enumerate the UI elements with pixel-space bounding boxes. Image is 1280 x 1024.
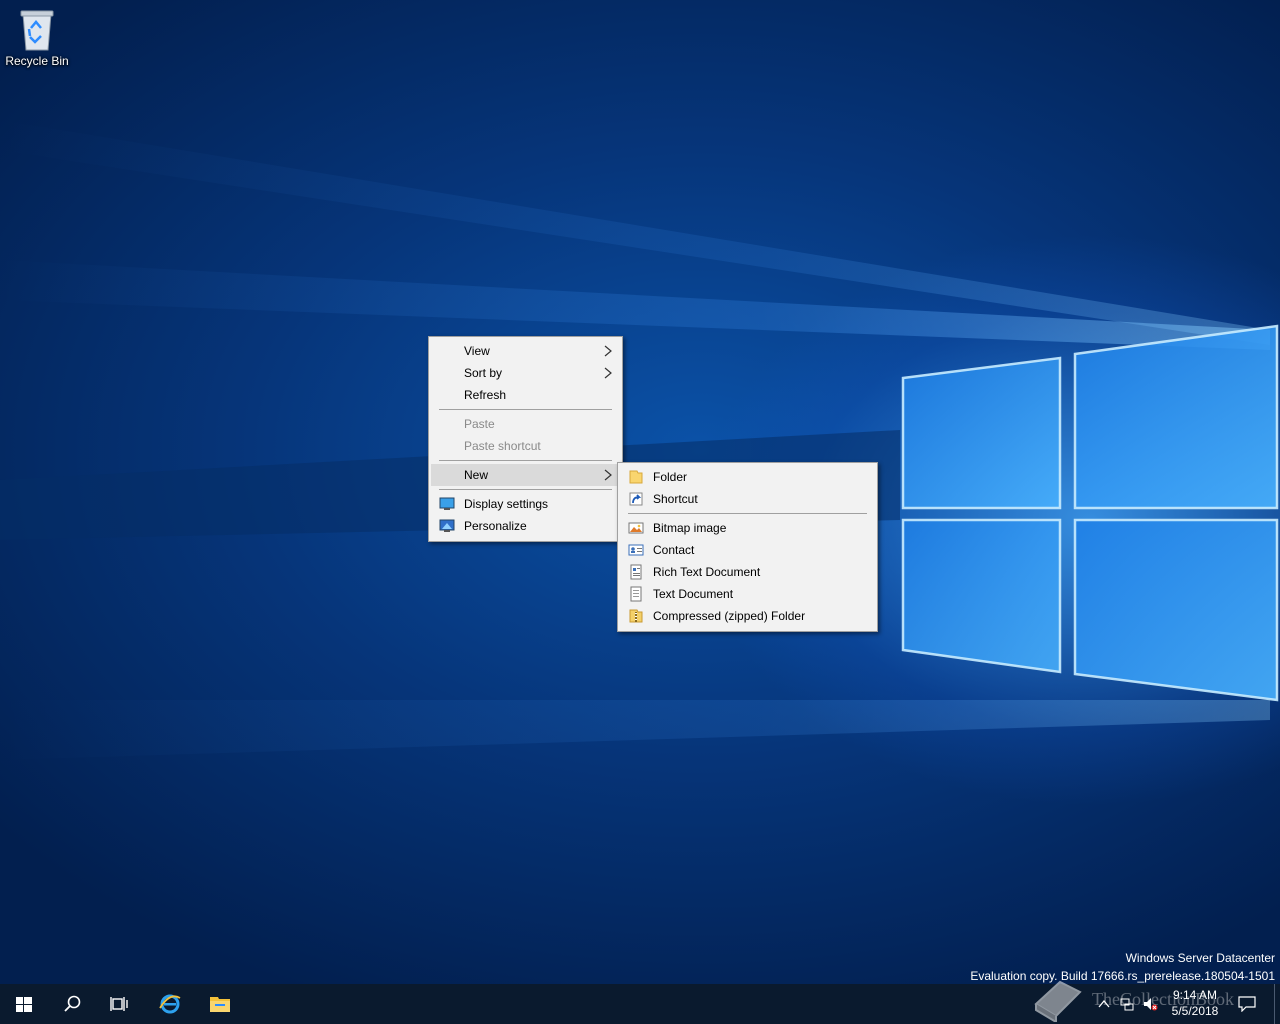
menu-separator xyxy=(439,409,612,410)
submenu-item-compressed-folder[interactable]: Compressed (zipped) Folder xyxy=(620,605,875,627)
submenu-item-shortcut[interactable]: Shortcut xyxy=(620,488,875,510)
menu-item-label: New xyxy=(464,468,489,482)
submenu-item-folder[interactable]: Folder xyxy=(620,466,875,488)
rich-text-document-icon xyxy=(630,564,642,580)
menu-item-label: Rich Text Document xyxy=(653,565,761,579)
folder-icon xyxy=(629,470,643,484)
menu-item-label: Text Document xyxy=(653,587,734,601)
menu-item-label: Contact xyxy=(653,543,695,557)
menu-separator xyxy=(628,513,867,514)
menu-item-label: Paste shortcut xyxy=(464,439,541,453)
desktop-context-menu: View Sort by Refresh Paste Paste shortcu… xyxy=(428,336,623,542)
menu-separator xyxy=(439,460,612,461)
start-icon xyxy=(16,997,32,1012)
start-button[interactable] xyxy=(0,984,48,1024)
menu-item-refresh[interactable]: Refresh xyxy=(431,384,620,406)
contact-icon xyxy=(628,544,644,556)
task-view-button[interactable] xyxy=(96,984,144,1024)
menu-item-personalize[interactable]: Personalize xyxy=(431,515,620,537)
menu-item-label: Shortcut xyxy=(653,492,698,506)
file-explorer-icon xyxy=(210,997,230,1012)
menu-item-label: View xyxy=(464,344,490,358)
menu-item-label: Paste xyxy=(464,417,495,431)
display-settings-icon xyxy=(439,497,455,510)
desktop-icon-label: Recycle Bin xyxy=(5,54,69,68)
submenu-item-contact[interactable]: Contact xyxy=(620,539,875,561)
menu-item-paste[interactable]: Paste xyxy=(431,413,620,435)
internet-explorer-button[interactable] xyxy=(146,984,194,1024)
menu-item-view[interactable]: View xyxy=(431,340,620,362)
book-logo-icon xyxy=(1034,980,1082,1022)
search-icon xyxy=(64,995,81,1012)
bitmap-image-icon xyxy=(628,522,644,534)
build-watermark: Evaluation copy. Build 17666.rs_prerelea… xyxy=(970,969,1275,983)
menu-item-label: Folder xyxy=(653,470,688,484)
chevron-right-icon xyxy=(604,345,612,357)
file-explorer-button[interactable] xyxy=(196,984,244,1024)
menu-item-label: Bitmap image xyxy=(653,521,727,535)
desktop-icon-recycle-bin[interactable]: Recycle Bin xyxy=(4,6,70,76)
task-view-icon xyxy=(110,997,128,1011)
menu-item-label: Display settings xyxy=(464,497,549,511)
menu-item-label: Personalize xyxy=(464,519,527,533)
submenu-item-text-document[interactable]: Text Document xyxy=(620,583,875,605)
menu-item-label: Sort by xyxy=(464,366,503,380)
zipped-folder-icon xyxy=(629,609,643,623)
submenu-item-bitmap-image[interactable]: Bitmap image xyxy=(620,517,875,539)
menu-item-new[interactable]: New xyxy=(431,464,620,486)
menu-item-paste-shortcut[interactable]: Paste shortcut xyxy=(431,435,620,457)
text-document-icon xyxy=(630,586,642,602)
new-submenu: Folder Shortcut Bitmap image Contact Ric… xyxy=(617,462,878,632)
menu-item-display-settings[interactable]: Display settings xyxy=(431,493,620,515)
edition-watermark: Windows Server Datacenter xyxy=(1125,951,1275,965)
action-center-icon[interactable] xyxy=(1238,996,1256,1012)
chevron-right-icon xyxy=(604,469,612,481)
overlay-watermark-text: TheCollectionBook xyxy=(1092,989,1234,1009)
shortcut-icon xyxy=(629,492,643,506)
personalize-icon xyxy=(439,519,455,532)
menu-separator xyxy=(439,489,612,490)
show-desktop-button[interactable] xyxy=(1274,984,1280,1024)
menu-item-label: Refresh xyxy=(464,388,507,402)
submenu-item-rich-text-document[interactable]: Rich Text Document xyxy=(620,561,875,583)
taskbar: 9:14 AM 5/5/2018 xyxy=(0,984,1280,1024)
search-button[interactable] xyxy=(48,984,96,1024)
internet-explorer-icon xyxy=(159,994,181,1014)
recycle-bin-icon xyxy=(20,10,54,51)
menu-item-label: Compressed (zipped) Folder xyxy=(653,609,806,623)
chevron-right-icon xyxy=(604,367,612,379)
menu-item-sort-by[interactable]: Sort by xyxy=(431,362,620,384)
